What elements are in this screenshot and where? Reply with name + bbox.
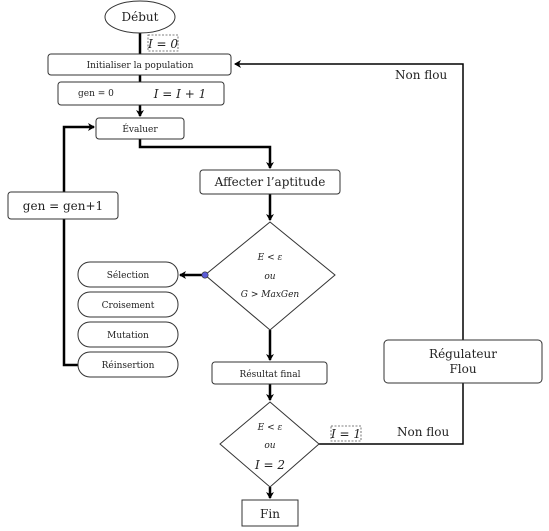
svg-text:I = 0: I = 0 [147, 37, 178, 51]
final-result-node: Résultat final [211, 361, 328, 385]
fitness-node: Affecter l’aptitude [199, 169, 341, 195]
svg-text:gen = 0: gen = 0 [78, 89, 114, 99]
operator-mutation: Mutation [77, 321, 179, 348]
operator-list: Sélection Croisement Mutation Réinsertio… [77, 261, 179, 378]
svg-text:Mutation: Mutation [107, 331, 149, 341]
non-fuzzy-label-top: Non flou [395, 68, 447, 82]
evaluate-node: Évaluer [95, 117, 185, 140]
svg-text:Réinsertion: Réinsertion [102, 360, 155, 371]
edge-evaluate-fitness [138, 139, 274, 169]
svg-text:Fin: Fin [260, 507, 280, 521]
init-population-node: Initialiser la population [47, 53, 232, 76]
flag-one: I = 1 [330, 425, 362, 442]
svg-text:Flou: Flou [449, 362, 476, 376]
svg-text:Initialiser la population: Initialiser la population [87, 61, 194, 71]
loop-label-node: gen = gen+1 [7, 191, 119, 220]
fuzzy-regulator-node: Régulateur Flou [383, 339, 543, 384]
flowchart: Début I = 0 Initialiser la population ge… [7, 0, 543, 527]
svg-text:G > MaxGen: G > MaxGen [241, 290, 300, 300]
operator-crossover: Croisement [77, 291, 179, 318]
svg-text:I = 1: I = 1 [330, 427, 361, 441]
init-flag: I = 0 [147, 34, 179, 52]
end-node: Fin [241, 499, 299, 527]
gen-zero-node: gen = 0 I = I + 1 [57, 81, 225, 106]
condition1-diamond: E < ε ou G > MaxGen [201, 221, 336, 331]
svg-text:E < ε: E < ε [257, 423, 283, 433]
operator-reinsertion: Réinsertion [77, 351, 179, 378]
svg-text:gen = gen+1: gen = gen+1 [23, 199, 103, 213]
condition2-diamond: E < ε ou I = 2 [219, 401, 320, 488]
start-node: Début [104, 0, 176, 34]
svg-text:I = 2: I = 2 [254, 458, 285, 472]
svg-text:Affecter l’aptitude: Affecter l’aptitude [214, 175, 326, 189]
svg-text:Évaluer: Évaluer [122, 123, 158, 135]
svg-text:ou: ou [264, 441, 275, 451]
operator-selection: Sélection [77, 261, 179, 288]
svg-text:E < ε: E < ε [257, 253, 283, 263]
non-fuzzy-label-bottom: Non flou [397, 425, 449, 439]
svg-text:ou: ou [264, 272, 275, 282]
svg-text:Croisement: Croisement [102, 301, 155, 311]
svg-text:Résultat final: Résultat final [240, 369, 301, 380]
connector-dot [201, 271, 209, 279]
svg-text:Régulateur: Régulateur [429, 347, 497, 361]
svg-text:Sélection: Sélection [107, 270, 150, 281]
start-label: Début [122, 10, 159, 24]
svg-text:I = I + 1: I = I + 1 [153, 87, 206, 101]
